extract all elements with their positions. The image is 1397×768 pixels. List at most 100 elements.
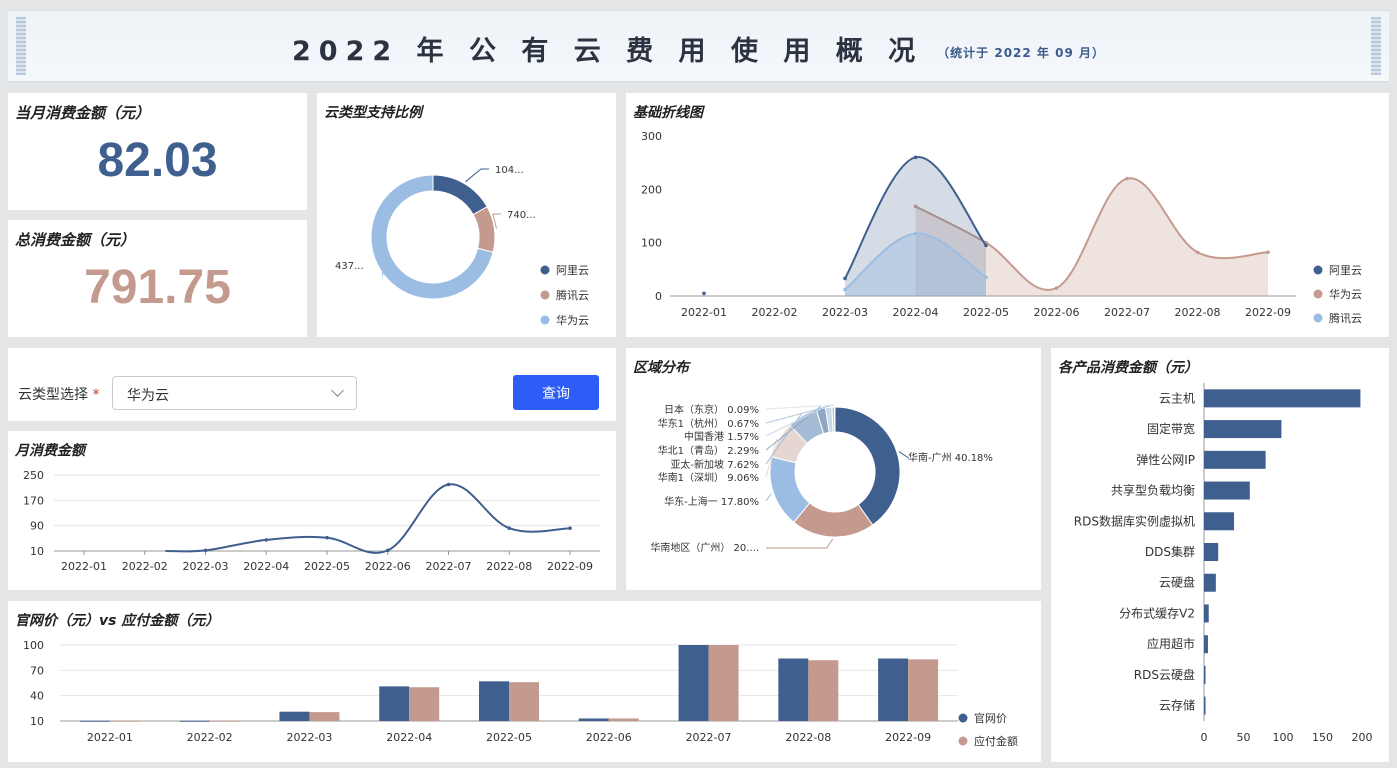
price-bar <box>179 720 210 722</box>
basic-point <box>843 287 847 292</box>
products-category-label: 云硬盘 <box>1159 575 1195 590</box>
region-leader-line <box>766 538 834 549</box>
ratio-slice <box>432 174 488 216</box>
region-slice-label: 日本（东京） 0.09% <box>664 403 759 416</box>
basic-point <box>1266 250 1270 255</box>
monthly-chart: 10 90 170 250 2022-01 2022-02 2022-03 2022-04 20… <box>23 469 600 573</box>
price-compare-chart: 10 40 70 100 2022-01 2022-02 2022-03 2022-04 202… <box>23 639 1018 748</box>
price-bar <box>678 645 709 721</box>
products-category-label: 弹性公网IP <box>1136 453 1195 467</box>
price-legend-marker <box>958 736 968 746</box>
price-bar <box>578 718 609 721</box>
products-category-label: 云主机 <box>1159 391 1195 405</box>
products-category-label: 固定带宽 <box>1147 421 1195 436</box>
monthly-y-tick: 90 <box>30 520 44 533</box>
basic-y-tick: 300 <box>641 130 662 143</box>
filter-label: 云类型选择 <box>18 387 88 403</box>
price-bar <box>109 720 140 722</box>
basic-legend-marker <box>1313 289 1323 299</box>
ratio-slice-label: 104... <box>495 165 524 176</box>
price-x-tick: 2022-05 <box>486 731 532 744</box>
kpi-total-value: 791.75 <box>84 261 231 314</box>
cloud-type-select[interactable]: 华为云 <box>112 376 357 410</box>
monthly-point <box>264 538 269 542</box>
products-bar <box>1204 635 1208 654</box>
page-title: 2022 年 公 有 云 费 用 使 用 概 况 （统计于 2022 年 09 月… <box>8 29 1389 68</box>
basic-point <box>1054 286 1059 290</box>
price-y-tick: 40 <box>30 690 44 703</box>
basic-x-tick: 2022-09 <box>1245 306 1291 319</box>
price-legend-label: 应付金额 <box>974 734 1018 748</box>
monthly-point <box>203 548 208 553</box>
price-bar <box>279 711 310 721</box>
monthly-series-line <box>165 483 571 554</box>
basic-x-tick: 2022-05 <box>963 306 1009 319</box>
price-legend-marker <box>958 713 968 723</box>
ratio-legend-marker <box>540 265 550 275</box>
chevron-down-icon[interactable] <box>331 384 344 397</box>
price-x-tick: 2022-01 <box>87 731 133 744</box>
price-bar <box>409 687 440 721</box>
ratio-legend-marker <box>540 290 550 300</box>
price-bar <box>608 718 639 721</box>
basic-point <box>843 276 847 281</box>
region-slice-label: 华东1（杭州） 0.67% <box>658 417 759 430</box>
region-slice-label: 华南地区（广州） 20.... <box>650 541 759 554</box>
monthly-y-tick: 250 <box>23 469 44 482</box>
basic-legend-label: 华为云 <box>1329 287 1362 301</box>
ratio-slice <box>472 206 496 253</box>
basic-x-tick: 2022-07 <box>1104 306 1150 319</box>
products-category-label: 应用超市 <box>1147 636 1195 651</box>
monthly-y-tick: 10 <box>30 545 44 558</box>
region-chart: 华南-广州 40.18% 华南地区（广州） 20.... 华东-上海一 17.80%… <box>650 403 993 554</box>
products-bar <box>1204 512 1235 531</box>
kpi-total-panel: 总消费金额（元） 791.75 <box>8 220 307 337</box>
basic-x-tick: 2022-08 <box>1175 306 1221 319</box>
basic-legend-marker <box>1313 313 1323 323</box>
products-category-label: 共享型负载均衡 <box>1111 483 1195 498</box>
products-x-tick: 150 <box>1312 731 1333 744</box>
products-bar <box>1204 481 1250 500</box>
monthly-x-tick: 2022-03 <box>183 560 229 573</box>
basic-point <box>984 275 988 280</box>
filter-label-wrap: 云类型选择 * <box>18 384 99 404</box>
products-chart: 云主机固定带宽弹性公网IP 共享型负载均衡 RDS数据库实例虚拟机 DDS集群云硬盘分… <box>1074 383 1373 744</box>
cloud-ratio-chart: 104... 740... 437... 阿里云腾讯云华为云 <box>335 165 589 327</box>
price-x-tick: 2022-04 <box>386 731 432 744</box>
price-bar <box>309 712 340 721</box>
query-button[interactable]: 查询 <box>513 375 599 410</box>
price-x-tick: 2022-08 <box>785 731 831 744</box>
products-x-tick: 100 <box>1273 731 1294 744</box>
basic-point <box>702 291 706 296</box>
monthly-y-tick: 170 <box>23 494 44 507</box>
kpi-month-label: 当月消费金额（元） <box>15 104 151 122</box>
price-y-tick: 100 <box>23 639 44 652</box>
basic-point <box>913 155 918 160</box>
price-bar <box>379 686 410 721</box>
products-x-tick: 50 <box>1237 731 1251 744</box>
monthly-point <box>385 548 390 553</box>
basic-point <box>913 231 918 236</box>
price-bar <box>808 660 839 721</box>
region-slice-label: 华南-广州 40.18% <box>908 451 993 464</box>
products-bar <box>1204 573 1216 592</box>
products-bar <box>1204 665 1206 684</box>
basic-legend-marker <box>1313 265 1323 275</box>
products-bar <box>1204 696 1206 715</box>
products-bar <box>1204 389 1361 408</box>
price-x-tick: 2022-03 <box>286 731 332 744</box>
ratio-slice-label: 740... <box>507 210 536 221</box>
region-slice-label: 华东-上海一 17.80% <box>664 495 759 508</box>
price-bar <box>79 720 110 722</box>
price-bar <box>778 658 809 721</box>
products-bar <box>1204 543 1219 561</box>
ratio-legend-label: 阿里云 <box>556 264 589 277</box>
page-title-text: 2022 年 公 有 云 费 用 使 用 概 况 <box>292 36 924 67</box>
ratio-leader-line <box>465 168 489 183</box>
products-category-label: RDS数据库实例虚拟机 <box>1074 513 1195 528</box>
products-category-label: RDS云硬盘 <box>1134 667 1195 682</box>
products-panel: 各产品消费金额（元） 云主机 固定带宽 弹性公网IP 共享型负载均衡 RDS数据库实例虚… <box>1051 348 1389 762</box>
required-mark: * <box>92 387 100 403</box>
products-x-tick: 200 <box>1352 731 1373 744</box>
price-y-tick: 10 <box>30 715 44 728</box>
